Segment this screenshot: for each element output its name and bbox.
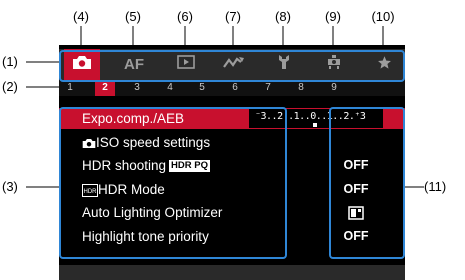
page-5[interactable]: 5 (192, 80, 212, 96)
menu-items-highlight (59, 107, 287, 259)
bottom-info-bar (59, 265, 405, 280)
page-6[interactable]: 6 (225, 80, 245, 96)
settings-values-highlight (329, 107, 405, 259)
page-4[interactable]: 4 (160, 80, 180, 96)
page-2[interactable]: 2 (95, 80, 115, 96)
page-9[interactable]: 9 (324, 80, 344, 96)
page-1[interactable]: 1 (60, 80, 80, 96)
tab-bar-highlight (59, 50, 405, 82)
page-8[interactable]: 8 (291, 80, 311, 96)
page-3[interactable]: 3 (127, 80, 147, 96)
page-bar: 1 2 3 4 5 6 7 8 9 (59, 80, 405, 96)
exposure-marker (313, 123, 317, 127)
page-7[interactable]: 7 (258, 80, 278, 96)
